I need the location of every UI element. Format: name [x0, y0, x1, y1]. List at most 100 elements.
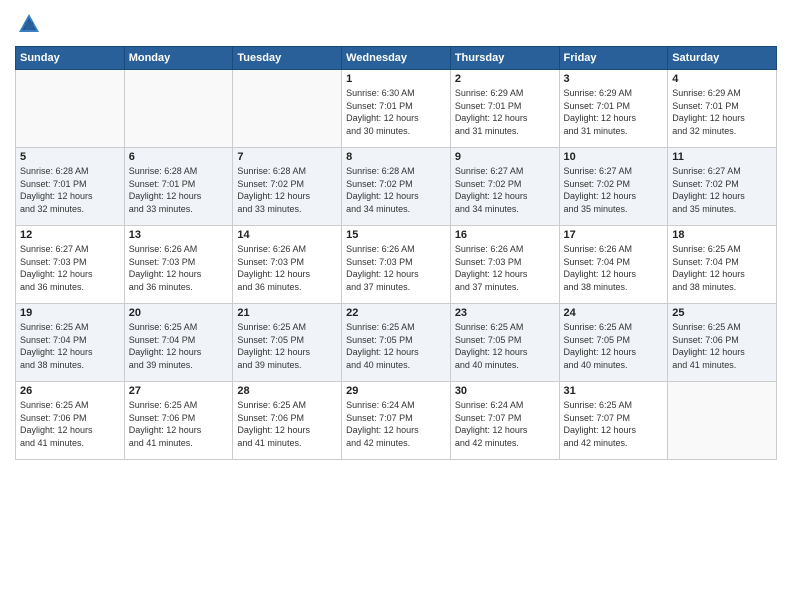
day-number: 18 — [672, 229, 772, 241]
day-info: Sunrise: 6:25 AMSunset: 7:05 PMDaylight:… — [346, 321, 446, 371]
day-number: 10 — [564, 151, 664, 163]
calendar-cell: 20 Sunrise: 6:25 AMSunset: 7:04 PMDayligh… — [124, 304, 233, 382]
calendar-cell: 18 Sunrise: 6:25 AMSunset: 7:04 PMDayligh… — [668, 226, 777, 304]
day-info: Sunrise: 6:26 AMSunset: 7:03 PMDaylight:… — [237, 243, 337, 293]
day-number: 19 — [20, 307, 120, 319]
day-number: 29 — [346, 385, 446, 397]
weekday-header-saturday: Saturday — [668, 47, 777, 70]
weekday-header-monday: Monday — [124, 47, 233, 70]
day-info: Sunrise: 6:25 AMSunset: 7:04 PMDaylight:… — [20, 321, 120, 371]
day-number: 26 — [20, 385, 120, 397]
day-info: Sunrise: 6:25 AMSunset: 7:05 PMDaylight:… — [564, 321, 664, 371]
calendar-cell: 10Sunrise: 6:27 AMSunset: 7:02 PMDayligh… — [559, 148, 668, 226]
day-number: 12 — [20, 229, 120, 241]
day-info: Sunrise: 6:25 AMSunset: 7:05 PMDaylight:… — [455, 321, 555, 371]
calendar-cell: 31 Sunrise: 6:25 AMSunset: 7:07 PMDayligh… — [559, 382, 668, 460]
day-info: Sunrise: 6:26 AMSunset: 7:03 PMDaylight:… — [129, 243, 229, 293]
day-number: 4 — [672, 73, 772, 85]
day-info: Sunrise: 6:25 AMSunset: 7:06 PMDaylight:… — [672, 321, 772, 371]
weekday-header-thursday: Thursday — [450, 47, 559, 70]
day-info: Sunrise: 6:29 AMSunset: 7:01 PMDaylight:… — [455, 87, 555, 137]
day-number: 24 — [564, 307, 664, 319]
calendar-cell: 12 Sunrise: 6:27 AMSunset: 7:03 PMDayligh… — [16, 226, 125, 304]
day-number: 6 — [129, 151, 229, 163]
day-info: Sunrise: 6:25 AMSunset: 7:05 PMDaylight:… — [237, 321, 337, 371]
calendar-cell — [668, 382, 777, 460]
day-number: 28 — [237, 385, 337, 397]
day-info: Sunrise: 6:29 AMSunset: 7:01 PMDaylight:… — [564, 87, 664, 137]
day-number: 16 — [455, 229, 555, 241]
calendar-table: SundayMondayTuesdayWednesdayThursdayFrid… — [15, 46, 777, 460]
calendar-cell: 27Sunrise: 6:25 AMSunset: 7:06 PMDayligh… — [124, 382, 233, 460]
calendar-cell: 26 Sunrise: 6:25 AMSunset: 7:06 PMDayligh… — [16, 382, 125, 460]
calendar-cell: 13Sunrise: 6:26 AMSunset: 7:03 PMDayligh… — [124, 226, 233, 304]
day-info: Sunrise: 6:25 AMSunset: 7:06 PMDaylight:… — [237, 399, 337, 449]
calendar-page: SundayMondayTuesdayWednesdayThursdayFrid… — [0, 0, 792, 612]
day-info: Sunrise: 6:29 AMSunset: 7:01 PMDaylight:… — [672, 87, 772, 137]
header — [15, 10, 777, 38]
calendar-cell: 21Sunrise: 6:25 AMSunset: 7:05 PMDayligh… — [233, 304, 342, 382]
calendar-cell: 4 Sunrise: 6:29 AMSunset: 7:01 PMDaylight… — [668, 70, 777, 148]
day-info: Sunrise: 6:28 AMSunset: 7:02 PMDaylight:… — [346, 165, 446, 215]
week-row-5: 26 Sunrise: 6:25 AMSunset: 7:06 PMDayligh… — [16, 382, 777, 460]
calendar-cell: 3Sunrise: 6:29 AMSunset: 7:01 PMDaylight… — [559, 70, 668, 148]
day-info: Sunrise: 6:27 AMSunset: 7:03 PMDaylight:… — [20, 243, 120, 293]
calendar-cell: 22Sunrise: 6:25 AMSunset: 7:05 PMDayligh… — [342, 304, 451, 382]
day-number: 20 — [129, 307, 229, 319]
calendar-cell: 29 Sunrise: 6:24 AMSunset: 7:07 PMDayligh… — [342, 382, 451, 460]
day-info: Sunrise: 6:28 AMSunset: 7:01 PMDaylight:… — [129, 165, 229, 215]
logo-icon — [15, 10, 43, 38]
day-number: 17 — [564, 229, 664, 241]
day-info: Sunrise: 6:25 AMSunset: 7:06 PMDaylight:… — [20, 399, 120, 449]
calendar-cell: 7Sunrise: 6:28 AMSunset: 7:02 PMDaylight… — [233, 148, 342, 226]
day-number: 27 — [129, 385, 229, 397]
calendar-cell: 15 Sunrise: 6:26 AMSunset: 7:03 PMDayligh… — [342, 226, 451, 304]
calendar-cell: 5Sunrise: 6:28 AMSunset: 7:01 PMDaylight… — [16, 148, 125, 226]
calendar-cell — [233, 70, 342, 148]
day-info: Sunrise: 6:25 AMSunset: 7:07 PMDaylight:… — [564, 399, 664, 449]
week-row-3: 12 Sunrise: 6:27 AMSunset: 7:03 PMDayligh… — [16, 226, 777, 304]
calendar-cell: 17 Sunrise: 6:26 AMSunset: 7:04 PMDayligh… — [559, 226, 668, 304]
day-info: Sunrise: 6:26 AMSunset: 7:03 PMDaylight:… — [455, 243, 555, 293]
weekday-header-sunday: Sunday — [16, 47, 125, 70]
day-info: Sunrise: 6:24 AMSunset: 7:07 PMDaylight:… — [455, 399, 555, 449]
weekday-header-wednesday: Wednesday — [342, 47, 451, 70]
week-row-4: 19 Sunrise: 6:25 AMSunset: 7:04 PMDayligh… — [16, 304, 777, 382]
calendar-cell: 19 Sunrise: 6:25 AMSunset: 7:04 PMDayligh… — [16, 304, 125, 382]
week-row-1: 1Sunrise: 6:30 AMSunset: 7:01 PMDaylight… — [16, 70, 777, 148]
day-number: 7 — [237, 151, 337, 163]
calendar-cell: 23 Sunrise: 6:25 AMSunset: 7:05 PMDayligh… — [450, 304, 559, 382]
day-number: 23 — [455, 307, 555, 319]
calendar-cell — [124, 70, 233, 148]
logo — [15, 10, 45, 38]
calendar-cell — [16, 70, 125, 148]
day-number: 1 — [346, 73, 446, 85]
day-info: Sunrise: 6:24 AMSunset: 7:07 PMDaylight:… — [346, 399, 446, 449]
calendar-cell: 28 Sunrise: 6:25 AMSunset: 7:06 PMDayligh… — [233, 382, 342, 460]
calendar-cell: 24 Sunrise: 6:25 AMSunset: 7:05 PMDayligh… — [559, 304, 668, 382]
day-number: 14 — [237, 229, 337, 241]
day-number: 9 — [455, 151, 555, 163]
day-number: 5 — [20, 151, 120, 163]
day-info: Sunrise: 6:26 AMSunset: 7:03 PMDaylight:… — [346, 243, 446, 293]
calendar-cell: 11Sunrise: 6:27 AMSunset: 7:02 PMDayligh… — [668, 148, 777, 226]
day-number: 25 — [672, 307, 772, 319]
day-info: Sunrise: 6:25 AMSunset: 7:04 PMDaylight:… — [672, 243, 772, 293]
day-number: 8 — [346, 151, 446, 163]
weekday-header-tuesday: Tuesday — [233, 47, 342, 70]
calendar-cell: 30 Sunrise: 6:24 AMSunset: 7:07 PMDayligh… — [450, 382, 559, 460]
week-row-2: 5 Sunrise: 6:28 AMSunset: 7:01 PMDaylight… — [16, 148, 777, 226]
calendar-cell: 6 Sunrise: 6:28 AMSunset: 7:01 PMDaylight… — [124, 148, 233, 226]
day-info: Sunrise: 6:26 AMSunset: 7:04 PMDaylight:… — [564, 243, 664, 293]
calendar-cell: 9Sunrise: 6:27 AMSunset: 7:02 PMDaylight… — [450, 148, 559, 226]
day-number: 2 — [455, 73, 555, 85]
day-number: 15 — [346, 229, 446, 241]
day-info: Sunrise: 6:25 AMSunset: 7:04 PMDaylight:… — [129, 321, 229, 371]
day-number: 30 — [455, 385, 555, 397]
calendar-cell: 25 Sunrise: 6:25 AMSunset: 7:06 PMDayligh… — [668, 304, 777, 382]
calendar-cell: 16 Sunrise: 6:26 AMSunset: 7:03 PMDayligh… — [450, 226, 559, 304]
calendar-cell: 2 Sunrise: 6:29 AMSunset: 7:01 PMDaylight… — [450, 70, 559, 148]
day-number: 31 — [564, 385, 664, 397]
calendar-cell: 1Sunrise: 6:30 AMSunset: 7:01 PMDaylight… — [342, 70, 451, 148]
day-number: 11 — [672, 151, 772, 163]
